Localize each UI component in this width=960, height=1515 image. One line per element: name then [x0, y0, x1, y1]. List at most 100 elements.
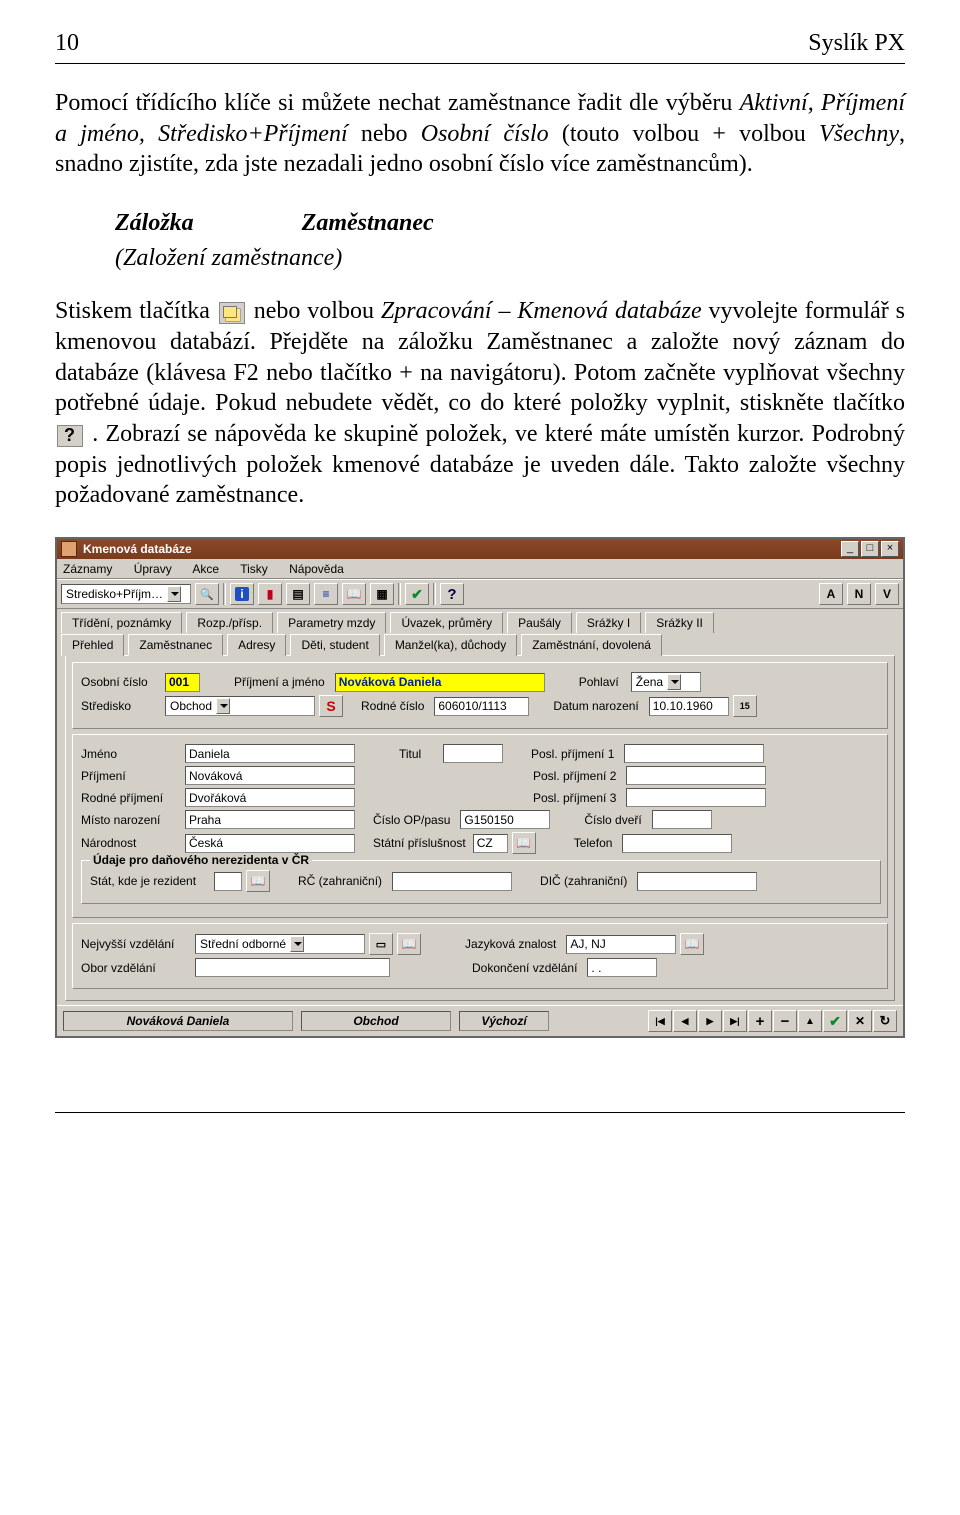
minimize-button[interactable]: _ [841, 541, 859, 557]
help-button[interactable] [440, 583, 464, 605]
lookup-button[interactable] [512, 832, 536, 854]
tab-rozp[interactable]: Rozp./přísp. [186, 612, 273, 633]
label-datum-narozeni: Datum narození [553, 699, 638, 713]
input-pohlavi[interactable]: Žena [631, 672, 701, 692]
tab-manzel[interactable]: Manžel(ka), důchody [384, 634, 517, 656]
tab-panel: Osobní číslo 001 Příjmení a jméno Nováko… [65, 655, 895, 1001]
input-rc-zahranicni[interactable] [392, 872, 512, 891]
label-posl3: Posl. příjmení 3 [533, 791, 616, 805]
input-stat-rezident[interactable] [214, 872, 242, 891]
menu-akce[interactable]: Akce [192, 562, 219, 576]
tab-srazky2[interactable]: Srážky II [645, 612, 714, 633]
label-jazykova-znalost: Jazyková znalost [465, 937, 556, 951]
input-statni-prislusnost[interactable]: CZ [473, 834, 508, 853]
tab-deti[interactable]: Děti, student [290, 634, 379, 656]
nav-prev-button[interactable] [673, 1010, 697, 1032]
input-misto-narozeni[interactable]: Praha [185, 810, 355, 829]
input-posl2[interactable] [626, 766, 766, 785]
input-titul[interactable] [443, 744, 503, 763]
confirm-button[interactable] [405, 583, 429, 605]
input-rodne-cislo[interactable]: 606010/1113 [434, 697, 529, 716]
input-posl3[interactable] [626, 788, 766, 807]
input-dokonceni-vzdelani[interactable]: . . [587, 958, 657, 977]
tab-zamestnanec[interactable]: Zaměstnanec [128, 634, 223, 656]
search-button[interactable] [195, 583, 219, 605]
nav-delete-button[interactable] [773, 1010, 797, 1032]
nav-post-button[interactable] [823, 1010, 847, 1032]
chevron-down-icon[interactable] [216, 698, 230, 714]
calendar-button[interactable] [733, 695, 757, 717]
blue-button[interactable]: ≡ [314, 583, 338, 605]
filter-v-button[interactable]: V [875, 583, 899, 605]
label-titul: Titul [399, 747, 439, 761]
input-telefon[interactable] [622, 834, 732, 853]
section-title: Záložka Zaměstnanec [115, 210, 905, 237]
stredisko-lookup-button[interactable] [319, 695, 343, 717]
tab-trideni[interactable]: Třídění, poznámky [61, 612, 182, 633]
input-cislo-dveri[interactable] [652, 810, 712, 829]
input-obor-vzdelani[interactable] [195, 958, 390, 977]
input-osobni-cislo[interactable]: 001 [165, 673, 200, 692]
menu-napoveda[interactable]: Nápověda [289, 562, 344, 576]
tab-parametry-mzdy[interactable]: Parametry mzdy [277, 612, 386, 633]
info-button[interactable] [230, 583, 254, 605]
label-posl1: Posl. příjmení 1 [531, 747, 614, 761]
tab-srazky1[interactable]: Srážky I [576, 612, 641, 633]
sort-combobox[interactable]: Stredisko+Příjm… [61, 584, 191, 604]
page-number: 10 [55, 30, 79, 57]
nav-next-button[interactable] [698, 1010, 722, 1032]
menu-tisky[interactable]: Tisky [240, 562, 268, 576]
nav-edit-button[interactable] [798, 1010, 822, 1032]
filter-n-button[interactable]: N [847, 583, 871, 605]
p2-a: Stiskem tlačítka [55, 298, 217, 324]
tab-zamestnani[interactable]: Zaměstnání, dovolená [521, 634, 662, 656]
header-rule [55, 63, 905, 64]
close-button[interactable]: × [881, 541, 899, 557]
lookup-button[interactable] [397, 933, 421, 955]
red-button[interactable]: ▮ [258, 583, 282, 605]
input-datum-narozeni[interactable]: 10.10.1960 [649, 697, 729, 716]
nav-refresh-button[interactable] [873, 1010, 897, 1032]
input-cislo-op[interactable]: G150150 [460, 810, 550, 829]
filter-a-button[interactable]: A [819, 583, 843, 605]
label-rodne-prijmeni: Rodné příjmení [81, 791, 181, 805]
pohlavi-value: Žena [636, 675, 663, 689]
input-rodne-prijmeni[interactable]: Dvořáková [185, 788, 355, 807]
nav-first-button[interactable] [648, 1010, 672, 1032]
chevron-down-icon[interactable] [667, 674, 681, 690]
footer-rule [55, 1112, 905, 1113]
menu-upravy[interactable]: Úpravy [134, 562, 172, 576]
lookup-button[interactable] [680, 933, 704, 955]
lookup-button[interactable] [246, 870, 270, 892]
maximize-button[interactable]: □ [861, 541, 879, 557]
input-jmeno[interactable]: Daniela [185, 744, 355, 763]
nav-cancel-button[interactable] [848, 1010, 872, 1032]
chevron-down-icon[interactable] [167, 586, 181, 602]
input-jazykova-znalost[interactable]: AJ, NJ [566, 935, 676, 954]
input-prijmeni-jmeno[interactable]: Nováková Daniela [335, 673, 545, 692]
detail-button[interactable] [369, 933, 393, 955]
nav-add-button[interactable] [748, 1010, 772, 1032]
input-dic-zahranicni[interactable] [637, 872, 757, 891]
input-nejvyssi-vzdelani[interactable]: Střední odborné [195, 934, 365, 954]
p1-t2: nebo [348, 121, 421, 147]
tab-adresy[interactable]: Adresy [227, 634, 286, 656]
doc-button[interactable]: ▤ [286, 583, 310, 605]
menu-zaznamy[interactable]: Záznamy [63, 562, 112, 576]
nav-last-button[interactable] [723, 1010, 747, 1032]
sort-combobox-value: Stredisko+Příjm… [66, 587, 163, 601]
label-cislo-op: Číslo OP/pasu [373, 813, 450, 827]
titlebar: Kmenová databáze _ □ × [57, 539, 903, 559]
input-posl1[interactable] [624, 744, 764, 763]
tab-pausaly[interactable]: Paušály [507, 612, 572, 633]
tab-uvazek[interactable]: Úvazek, průměry [390, 612, 503, 633]
chevron-down-icon[interactable] [290, 936, 304, 952]
label-prijmeni-jmeno: Příjmení a jméno [234, 675, 325, 689]
menubar: Záznamy Úpravy Akce Tisky Nápověda [57, 559, 903, 579]
tab-prehled[interactable]: Přehled [61, 634, 124, 656]
book-button[interactable] [342, 583, 366, 605]
grid-button[interactable]: ▦ [370, 583, 394, 605]
input-prijmeni[interactable]: Nováková [185, 766, 355, 785]
input-stredisko[interactable]: Obchod [165, 696, 315, 716]
input-narodnost[interactable]: Česká [185, 834, 355, 853]
